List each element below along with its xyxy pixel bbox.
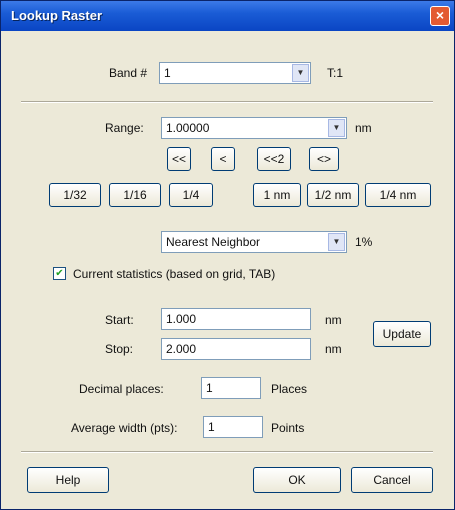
title-bar[interactable]: Lookup Raster × bbox=[1, 1, 454, 31]
stop-field[interactable]: 2.000 bbox=[161, 338, 311, 360]
start-unit: nm bbox=[325, 313, 342, 327]
preset-button-1-4[interactable]: 1/4 bbox=[169, 183, 213, 207]
average-width-field[interactable]: 1 bbox=[203, 416, 263, 438]
chevron-down-icon[interactable]: ▼ bbox=[292, 64, 309, 82]
method-suffix: 1% bbox=[355, 235, 373, 249]
lookup-raster-dialog: Lookup Raster × Band # 1 ▼ T:1 Range: 1.… bbox=[0, 0, 455, 510]
range-select-value: 1.00000 bbox=[166, 121, 210, 135]
divider bbox=[21, 101, 433, 103]
stop-unit: nm bbox=[325, 342, 342, 356]
start-label: Start: bbox=[105, 313, 134, 327]
decimal-places-suffix: Places bbox=[271, 382, 308, 396]
decimal-places-field[interactable]: 1 bbox=[201, 377, 261, 399]
preset-button-1-32[interactable]: 1/32 bbox=[49, 183, 101, 207]
step-button-prev[interactable]: < bbox=[211, 147, 235, 171]
chevron-down-icon[interactable]: ▼ bbox=[328, 119, 345, 137]
cancel-button[interactable]: Cancel bbox=[351, 467, 433, 493]
window-title: Lookup Raster bbox=[11, 8, 103, 23]
average-width-suffix: Points bbox=[271, 421, 305, 435]
ok-button[interactable]: OK bbox=[253, 467, 341, 493]
preset-button-half-nm[interactable]: 1/2 nm bbox=[307, 183, 359, 207]
band-select[interactable]: 1 ▼ bbox=[159, 62, 311, 84]
chevron-down-icon[interactable]: ▼ bbox=[328, 233, 345, 251]
close-icon[interactable]: × bbox=[430, 6, 450, 26]
divider bbox=[21, 451, 433, 453]
average-width-label: Average width (pts): bbox=[71, 421, 178, 435]
range-select[interactable]: 1.00000 ▼ bbox=[161, 117, 347, 139]
preset-button-1-nm[interactable]: 1 nm bbox=[253, 183, 301, 207]
band-label: Band # bbox=[109, 66, 148, 80]
band-suffix: T:1 bbox=[327, 66, 344, 80]
method-select[interactable]: Nearest Neighbor ▼ bbox=[161, 231, 347, 253]
stop-label: Stop: bbox=[105, 342, 134, 356]
statistics-checkbox-label: Current statistics (based on grid, TAB) bbox=[73, 267, 276, 281]
step-button-first[interactable]: << bbox=[167, 147, 191, 171]
decimal-places-label: Decimal places: bbox=[79, 382, 164, 396]
statistics-checkbox[interactable]: ✔ bbox=[53, 267, 66, 280]
start-field[interactable]: 1.000 bbox=[161, 308, 311, 330]
range-unit: nm bbox=[355, 121, 372, 135]
step-button-back2[interactable]: <<2 bbox=[257, 147, 291, 171]
preset-button-1-16[interactable]: 1/16 bbox=[109, 183, 161, 207]
step-button-swap[interactable]: <> bbox=[309, 147, 339, 171]
band-select-value: 1 bbox=[164, 66, 171, 80]
range-label: Range: bbox=[105, 121, 144, 135]
help-button[interactable]: Help bbox=[27, 467, 109, 493]
method-select-value: Nearest Neighbor bbox=[166, 235, 261, 249]
update-button[interactable]: Update bbox=[373, 321, 431, 347]
preset-button-quarter-nm[interactable]: 1/4 nm bbox=[365, 183, 431, 207]
